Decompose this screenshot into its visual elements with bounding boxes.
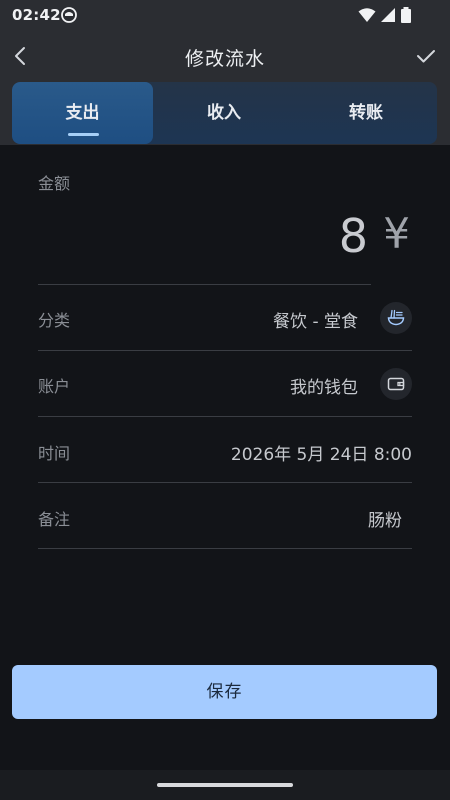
tab-expense[interactable]: 支出 [12,82,153,144]
tab-active-indicator [68,133,99,136]
confirm-button[interactable] [410,40,442,72]
account-divider [38,416,412,417]
time-divider [38,482,412,483]
time-value: 2026年 5月 24日 8:00 [230,445,412,465]
page-title: 修改流水 [184,48,265,70]
amount-divider [38,284,371,285]
wallet-icon [380,368,412,400]
account-value: 我的钱包 [290,378,358,398]
status-bar: 02:42 [0,0,450,30]
account-label: 账户 [38,377,71,396]
category-divider [38,350,412,351]
gesture-handle[interactable] [157,783,293,787]
tab-expense-label: 支出 [65,103,100,123]
app-notification-icon [61,7,77,23]
check-icon [417,50,435,63]
noodle-bowl-icon [380,302,412,334]
toolbar: 修改流水 [0,36,450,76]
amount-label: 金额 [38,174,71,193]
navigation-bar [0,770,450,800]
category-value: 餐饮 - 堂食 [273,312,358,332]
signal-icon [381,8,395,22]
currency-symbol: ¥ [383,209,410,258]
status-time: 02:42 [12,6,61,24]
note-value[interactable]: 肠粉 [368,506,402,531]
time-label: 时间 [38,444,71,463]
tab-income-label: 收入 [207,103,241,123]
tab-transfer[interactable]: 转账 [295,82,437,144]
category-label: 分类 [38,311,71,330]
tab-transfer-label: 转账 [349,103,383,123]
status-indicators [358,7,438,23]
amount-input[interactable]: 8 [339,209,368,263]
note-label: 备注 [38,510,71,529]
type-tabs: 支出 收入 转账 [12,82,437,144]
tab-income[interactable]: 收入 [153,82,295,144]
wifi-icon [358,8,376,22]
battery-icon [401,7,411,23]
save-button[interactable]: 保存 [12,665,437,719]
note-divider [38,548,412,549]
